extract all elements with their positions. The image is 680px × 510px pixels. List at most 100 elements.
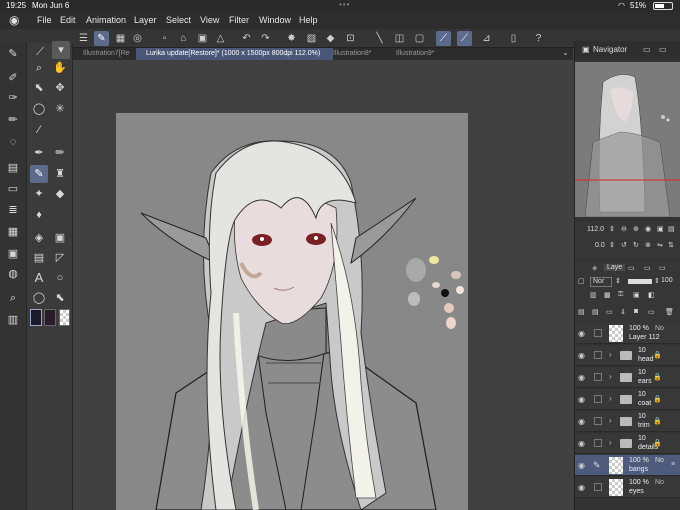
flip-horizontal-icon[interactable]: ⇋ <box>657 241 663 249</box>
menu-layer[interactable]: Layer <box>134 15 157 25</box>
export-icon[interactable]: △ <box>213 31 228 46</box>
undo-icon[interactable]: ↶ <box>239 31 254 46</box>
layer-row-layer112[interactable]: ◉ 100 % No Layer 112 <box>575 323 680 344</box>
transform-icon[interactable]: ⊡ <box>343 31 358 46</box>
clip-icon[interactable]: ▥ <box>590 291 597 299</box>
redo-icon[interactable]: ↷ <box>258 31 273 46</box>
blend-mode-select[interactable]: Nor <box>590 277 612 287</box>
frame-tool-icon[interactable]: ▤ <box>30 249 48 267</box>
rotate-right-icon[interactable]: ↻ <box>633 241 639 249</box>
layer-panel-menu-icon[interactable]: ▭ <box>659 264 666 272</box>
artboard[interactable] <box>116 113 468 510</box>
correct-line-tool-icon[interactable]: ⬉ <box>51 289 69 307</box>
tab-illustration7[interactable]: Illustration7[Re <box>73 48 133 60</box>
new-file-icon[interactable]: ▫ <box>157 31 172 46</box>
visibility-eye-icon[interactable]: ◉ <box>578 417 585 426</box>
stabilizer-icon[interactable]: ⟋ <box>436 31 451 46</box>
opacity-slider[interactable] <box>628 279 652 284</box>
visibility-eye-icon[interactable]: ◉ <box>578 439 585 448</box>
flip-vertical-icon[interactable]: ⇅ <box>668 241 674 249</box>
balloon-tool-icon[interactable]: ◯ <box>30 289 48 307</box>
fit-width-icon[interactable]: ▤ <box>668 225 675 233</box>
new-folder-icon[interactable]: ▭ <box>606 308 613 316</box>
layer-check[interactable] <box>594 439 602 447</box>
visibility-eye-icon[interactable]: ◉ <box>578 373 585 382</box>
visibility-eye-icon[interactable]: ◉ <box>578 483 585 492</box>
airbrush-shortcut-icon[interactable]: ✐ <box>4 69 22 87</box>
rotation-value[interactable]: 0.0 <box>595 242 605 249</box>
visibility-eye-icon[interactable]: ◉ <box>578 461 585 470</box>
layer-check[interactable] <box>594 329 602 337</box>
layer-check[interactable] <box>594 351 602 359</box>
visibility-eye-icon[interactable]: ◉ <box>578 395 585 404</box>
image-shortcut-icon[interactable]: ▣ <box>4 245 22 263</box>
layer-panel-tab[interactable]: Laye <box>604 264 626 271</box>
layer-tab-icon-2[interactable]: ▭ <box>644 264 651 272</box>
zoom-tool-icon[interactable]: ⌕ <box>30 59 48 77</box>
tab-illustration9[interactable]: Illustration9* <box>386 48 450 60</box>
ruler-icon[interactable]: ⊿ <box>479 31 494 46</box>
selection-off-icon[interactable]: ╲ <box>372 31 387 46</box>
pen-shortcut-icon[interactable]: ✎ <box>4 45 22 63</box>
navigator-menu-icon[interactable]: ▭ <box>643 45 651 54</box>
layer-row-eyes[interactable]: ◉ 100 % No eyes <box>575 477 680 498</box>
clear-icon[interactable]: ✸ <box>284 31 299 46</box>
pencil-shortcut-icon[interactable]: ✏ <box>4 111 22 129</box>
magic-wand-tool-icon[interactable]: ✳ <box>51 100 69 118</box>
fill-tool-icon[interactable]: ◈ <box>30 229 48 247</box>
circle-shortcut-icon[interactable]: ◍ <box>4 265 22 283</box>
expand-folder-icon[interactable]: › <box>609 350 612 359</box>
pencil-tool-icon[interactable]: ✏ <box>51 144 69 162</box>
fill-icon[interactable]: ◆ <box>323 31 338 46</box>
lasso-tool-icon[interactable]: ◯ <box>30 100 48 118</box>
palette-menu-icon[interactable]: ▾ <box>52 41 70 59</box>
gradient-tool-icon[interactable]: ▣ <box>51 229 69 247</box>
layer-shortcut-icon[interactable]: ▤ <box>4 159 22 177</box>
menu-animation[interactable]: Animation <box>86 15 126 25</box>
ruler-snap-icon[interactable]: ▢ <box>412 31 427 46</box>
lock-transparent-icon[interactable]: ▣ <box>633 291 640 299</box>
layer-check[interactable] <box>594 483 602 491</box>
mask-layer-icon[interactable]: ◙ <box>634 308 638 315</box>
zoom-stepper-icon[interactable]: ⇕ <box>609 225 615 233</box>
blend-stepper-icon[interactable]: ⇕ <box>615 277 621 285</box>
tab-lurika-update[interactable]: Lurika update[Restore]* (1000 x 1500px 8… <box>136 48 333 60</box>
merge-down-icon[interactable]: ⇓ <box>620 308 626 316</box>
expand-folder-icon[interactable]: › <box>609 416 612 425</box>
opacity-value[interactable]: 100 <box>661 277 673 284</box>
decoration-tool-icon[interactable]: ✦ <box>30 185 48 203</box>
layer-row-ears[interactable]: ◉ › 10 ears 🔒 <box>575 367 680 388</box>
airbrush-tool-icon[interactable]: ♜ <box>51 165 69 183</box>
navigator-title[interactable]: Navigator <box>593 45 627 54</box>
eyedropper-tool-icon[interactable]: ⁄ <box>30 121 48 139</box>
blend-tool-icon[interactable]: ♦ <box>30 206 48 224</box>
eraser-tool-icon[interactable]: ◆ <box>51 185 69 203</box>
menu-window[interactable]: Window <box>259 15 291 25</box>
operation-tool-icon[interactable]: ⬉ <box>30 79 48 97</box>
book-shortcut-icon[interactable]: ▥ <box>4 311 22 329</box>
visibility-eye-icon[interactable]: ◉ <box>578 351 585 360</box>
frame-shortcut-icon[interactable]: ▭ <box>4 180 22 198</box>
snap-icon[interactable]: ◫ <box>392 31 407 46</box>
ruler-tool-icon[interactable]: ◸ <box>51 249 69 267</box>
help-icon[interactable]: ? <box>531 31 546 46</box>
layer-check[interactable] <box>594 417 602 425</box>
expand-folder-icon[interactable]: › <box>609 438 612 447</box>
navigator-options-icon[interactable]: ▭ <box>659 45 667 54</box>
hamburger-menu-icon[interactable]: ☰ <box>76 31 91 46</box>
menu-view[interactable]: View <box>200 15 219 25</box>
app-logo-icon[interactable]: ◉ <box>9 13 19 27</box>
figure-tool-icon[interactable]: ○ <box>51 269 69 287</box>
text-tool-icon[interactable]: A <box>30 269 48 287</box>
smartphone-icon[interactable]: ▯ <box>506 31 521 46</box>
transparent-color-swatch[interactable] <box>59 309 70 326</box>
layer-check[interactable] <box>594 373 602 381</box>
layer-row-coat[interactable]: ◉ › 10 coat 🔒 <box>575 389 680 410</box>
new-layer-icon[interactable]: ▤ <box>578 308 585 316</box>
blend-shortcut-icon[interactable]: ◌ <box>4 133 22 151</box>
simple-mode-icon[interactable]: ✎ <box>94 31 109 46</box>
open-file-icon[interactable]: ⌂ <box>176 31 191 46</box>
layer-property-icon[interactable]: ▢ <box>578 277 585 285</box>
mask-icon[interactable]: ◧ <box>648 291 655 299</box>
save-icon[interactable]: ▣ <box>195 31 210 46</box>
